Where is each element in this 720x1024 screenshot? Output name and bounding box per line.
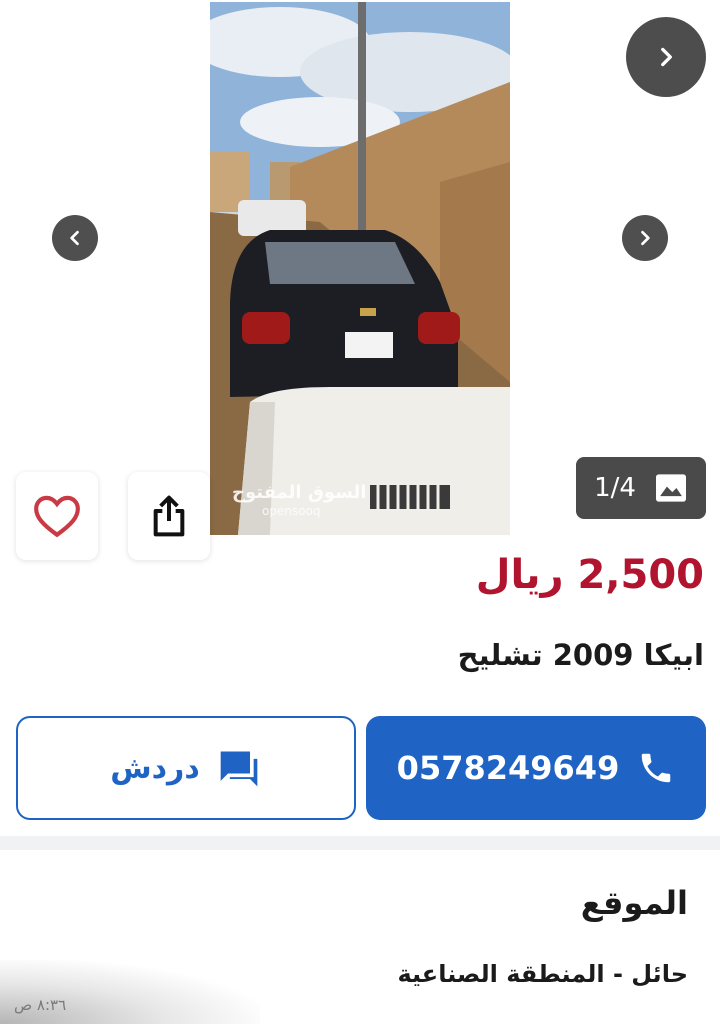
share-icon bbox=[153, 495, 185, 537]
chat-button[interactable]: دردش bbox=[16, 716, 356, 820]
watermark-latin: opensooq bbox=[262, 504, 321, 518]
listing-title: ابيكا 2009 تشليح bbox=[457, 638, 704, 672]
listing-price: 2,500 ريال bbox=[475, 552, 704, 598]
favorite-button[interactable] bbox=[16, 472, 98, 560]
phone-icon bbox=[642, 753, 671, 783]
image-counter[interactable]: 1/4 bbox=[576, 457, 706, 519]
chat-label: دردش bbox=[110, 750, 200, 786]
corner-shadow bbox=[0, 960, 260, 1024]
image-counter-label: 1/4 bbox=[594, 473, 636, 503]
chevron-right-icon bbox=[641, 230, 650, 246]
call-button[interactable]: 0578249649 bbox=[366, 716, 706, 820]
location-value: حائل - المنطقة الصناعية bbox=[397, 960, 688, 988]
chevron-left-icon bbox=[70, 230, 79, 246]
share-button[interactable] bbox=[128, 472, 210, 560]
watermark-arabic: السوق المفتوح bbox=[232, 482, 367, 503]
location-heading: الموقع bbox=[580, 884, 688, 922]
image-icon bbox=[655, 474, 686, 502]
next-image-button[interactable] bbox=[622, 215, 668, 261]
listing-photo[interactable]: السوق المفتوح opensooq bbox=[210, 2, 510, 535]
phone-number: 0578249649 bbox=[396, 749, 620, 787]
heart-icon bbox=[34, 495, 80, 538]
image-gallery: السوق المفتوح opensooq 1/4 bbox=[0, 0, 720, 560]
previous-image-button[interactable] bbox=[52, 215, 98, 261]
close-gallery-button[interactable] bbox=[626, 17, 706, 97]
section-divider bbox=[0, 836, 720, 850]
chevron-right-icon bbox=[661, 47, 672, 67]
chat-icon bbox=[220, 751, 258, 787]
status-time: ٨:٣٦ ص bbox=[14, 996, 67, 1014]
